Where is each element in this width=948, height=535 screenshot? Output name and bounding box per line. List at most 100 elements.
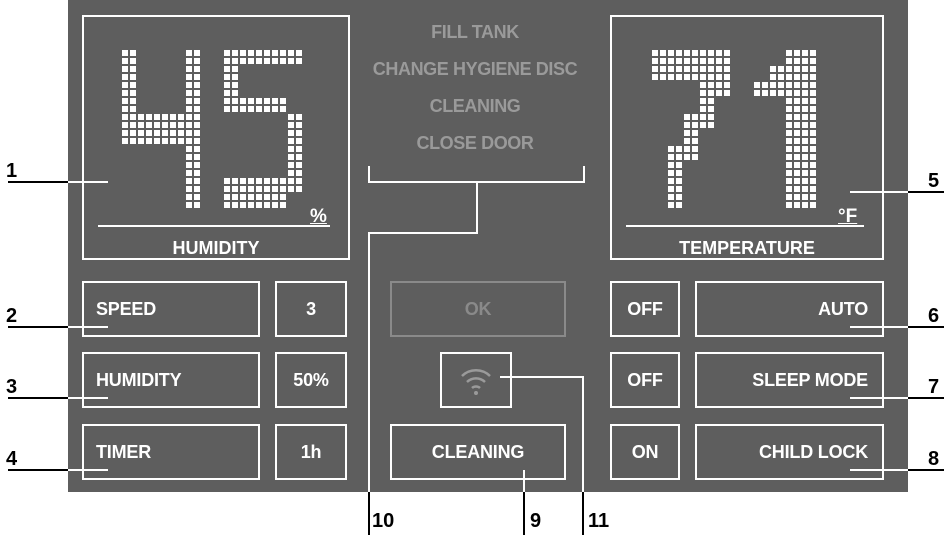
temperature-digit-0-dot — [700, 66, 706, 72]
temperature-digit-0-dot — [660, 66, 666, 72]
speed-value-button[interactable]: 3 — [275, 281, 347, 337]
temperature-digit-1-dot — [794, 138, 800, 144]
temperature-digit-0-dot — [708, 50, 714, 56]
temperature-digit-1-dot — [794, 50, 800, 56]
leader-9-below — [523, 492, 525, 535]
temperature-digit-1-dot — [810, 106, 816, 112]
temperature-digit-0-dot — [716, 74, 722, 80]
leader-10-horizontal — [368, 232, 478, 234]
sleep-state: OFF — [627, 369, 663, 390]
temperature-digit-0-dot — [676, 194, 682, 200]
message-close-door: CLOSE DOOR — [416, 133, 534, 153]
temperature-digit-1-dot — [810, 130, 816, 136]
sleep-mode-button[interactable]: SLEEP MODE — [695, 352, 884, 408]
child-lock-state-button[interactable]: ON — [610, 424, 680, 480]
temperature-digit-1-dot — [802, 138, 808, 144]
speed-button[interactable]: SPEED — [82, 281, 260, 337]
temperature-digit-0-dot — [668, 202, 674, 208]
temperature-digit-1-dot — [810, 122, 816, 128]
timer-label: TIMER — [96, 441, 151, 462]
temperature-digit-1-dot — [794, 74, 800, 80]
temperature-digit-0-dot — [724, 74, 730, 80]
sleep-state-button[interactable]: OFF — [610, 352, 680, 408]
timer-button[interactable]: TIMER — [82, 424, 260, 480]
temperature-digit-0-dot — [668, 194, 674, 200]
temperature-digit-1-dot — [794, 170, 800, 176]
cleaning-button[interactable]: CLEANING — [390, 424, 566, 480]
child-lock-button[interactable]: CHILD LOCK — [695, 424, 884, 480]
temperature-digit-1-dot — [802, 130, 808, 136]
temperature-digit-0-dot — [700, 50, 706, 56]
child-lock-state: ON — [631, 441, 659, 462]
temperature-digit-0-dot — [692, 154, 698, 160]
humidity-value-button[interactable]: 50% — [275, 352, 347, 408]
temperature-digit-0-dot — [692, 66, 698, 72]
temperature-digit-0-dot — [684, 146, 690, 152]
wifi-button[interactable] — [440, 352, 512, 408]
temperature-digit-1-dot — [802, 50, 808, 56]
temperature-digit-1-dot — [786, 186, 792, 192]
message-cleaning: CLEANING — [429, 96, 521, 116]
temperature-digit-1-dot — [810, 74, 816, 80]
temperature-digit-1-dot — [786, 50, 792, 56]
temperature-digit-1-dot — [810, 114, 816, 120]
temperature-digit-1-dot — [770, 82, 776, 88]
leader-11-horizontal — [500, 376, 584, 378]
temperature-digit-0-dot — [708, 90, 714, 96]
leader-6 — [850, 326, 908, 328]
callout-2: 2 — [6, 305, 18, 327]
temperature-digit-0-dot — [692, 130, 698, 136]
temperature-digit-0-dot — [708, 58, 714, 64]
temperature-digit-0-dot — [660, 58, 666, 64]
temperature-digit-0-dot — [716, 50, 722, 56]
timer-value-button[interactable]: 1h — [275, 424, 347, 480]
temperature-digit-0-dot — [700, 106, 706, 112]
leader-11-below — [582, 492, 584, 535]
humidity-setting-button[interactable]: HUMIDITY — [82, 352, 260, 408]
temperature-digit-0-dot — [684, 66, 690, 72]
temperature-digit-0-dot — [700, 90, 706, 96]
temperature-digit-1-dot — [794, 58, 800, 64]
temperature-digit-0-dot — [676, 50, 682, 56]
temperature-digit-1-dot — [786, 90, 792, 96]
ok-button[interactable]: OK — [390, 281, 566, 337]
temperature-digit-1-dot — [810, 66, 816, 72]
leader-2 — [68, 326, 108, 328]
temperature-digit-0-dot — [700, 114, 706, 120]
auto-state-button[interactable]: OFF — [610, 281, 680, 337]
leader-10-below — [368, 492, 370, 535]
leader-10-down — [368, 232, 370, 492]
temperature-digit-0-dot — [724, 82, 730, 88]
temperature-digit-1-dot — [778, 74, 784, 80]
auto-button[interactable]: AUTO — [695, 281, 884, 337]
temperature-digit-1-dot — [802, 106, 808, 112]
callout-6: 6 — [928, 305, 940, 327]
temperature-digit-0-dot — [716, 58, 722, 64]
temperature-digit-1-dot — [802, 114, 808, 120]
temperature-digit-0-dot — [668, 146, 674, 152]
temperature-digit-0-dot — [676, 66, 682, 72]
temperature-digit-1-dot — [802, 154, 808, 160]
temperature-digit-1-dot — [810, 194, 816, 200]
temperature-digit-1-dot — [770, 66, 776, 72]
temperature-digit-0-dot — [676, 202, 682, 208]
temperature-digit-1-dot — [786, 98, 792, 104]
temperature-digit-1-dot — [786, 106, 792, 112]
temperature-digit-1-dot — [778, 90, 784, 96]
temperature-digit-0-dot — [668, 66, 674, 72]
temperature-digit-0-dot — [668, 186, 674, 192]
temperature-digit-1-dot — [802, 186, 808, 192]
auto-state: OFF — [627, 298, 663, 319]
leader-9 — [523, 470, 525, 492]
humidity-setting-value: 50% — [293, 369, 329, 390]
temperature-digit-0-dot — [716, 82, 722, 88]
temperature-digit-0-dot — [692, 146, 698, 152]
temperature-digit-0-dot — [660, 50, 666, 56]
temperature-digit-1-dot — [794, 130, 800, 136]
temperature-digit-0-dot — [700, 74, 706, 80]
temperature-digit-0-dot — [684, 138, 690, 144]
temperature-digit-1-dot — [786, 162, 792, 168]
temperature-digit-1-dot — [794, 162, 800, 168]
temperature-digit-1-dot — [786, 66, 792, 72]
temperature-digit-0-dot — [700, 82, 706, 88]
